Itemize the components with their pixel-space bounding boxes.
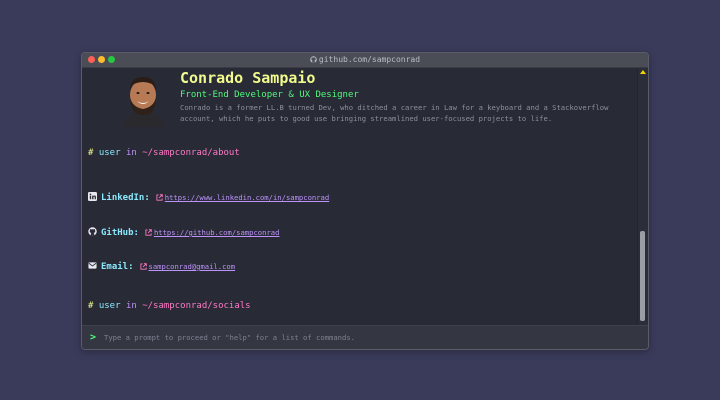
linkedin-icon — [88, 192, 97, 201]
prompt-user: user — [98, 148, 121, 158]
prompt-path: ~/sampconrad/about — [142, 148, 240, 158]
prompt-caret-icon: > — [90, 332, 97, 343]
prompt-in: in — [125, 148, 137, 158]
external-link-icon — [139, 263, 147, 270]
social-github: GitHub: https://github.com/sampconrad — [88, 227, 279, 239]
external-link-icon — [156, 194, 163, 201]
command-input[interactable] — [104, 330, 624, 344]
scroll-up-arrow-icon[interactable] — [640, 70, 646, 74]
profile-name: Conrado Sampaio — [180, 69, 316, 87]
social-email: Email: sampconrad@gmail.com — [88, 261, 235, 273]
social-label: LinkedIn: — [101, 193, 150, 203]
avatar — [124, 77, 164, 127]
title-bar: github.com/sampconrad — [82, 53, 648, 68]
vertical-scrollbar[interactable] — [637, 68, 648, 325]
profile-bio: Conrado is a former LL.B turned Dev, who… — [180, 103, 609, 123]
prompt-in: in — [125, 301, 137, 311]
prompt-user: user — [98, 301, 121, 311]
url-bar: github.com/sampconrad — [82, 54, 648, 66]
github-link[interactable]: https://github.com/sampconrad — [154, 228, 280, 237]
linkedin-link[interactable]: https://www.linkedin.com/in/sampconrad — [165, 193, 329, 202]
url-text: github.com/sampconrad — [318, 55, 421, 64]
scrollbar-thumb[interactable] — [640, 231, 645, 321]
prompt-line-about: # user in ~/sampconrad/about — [88, 148, 240, 158]
github-icon — [310, 56, 317, 63]
social-linkedin: LinkedIn: https://www.linkedin.com/in/sam… — [88, 192, 329, 204]
prompt-path: ~/sampconrad/socials — [142, 301, 251, 311]
profile-role: Front-End Developer & UX Designer — [180, 90, 359, 100]
email-link[interactable]: sampconrad@gmail.com — [149, 262, 236, 271]
prompt-hash: # — [88, 148, 94, 158]
email-icon — [88, 262, 97, 269]
prompt-hash: # — [88, 301, 94, 311]
external-link-icon — [145, 229, 152, 236]
command-input-bar: > — [82, 325, 648, 349]
social-label: GitHub: — [101, 228, 139, 238]
terminal-window: github.com/sampconrad Conrado Sampaio Fr… — [81, 52, 649, 350]
github-icon — [88, 227, 97, 236]
prompt-line-socials: # user in ~/sampconrad/socials — [88, 301, 251, 311]
terminal-output: Conrado Sampaio Front-End Developer & UX… — [82, 68, 638, 325]
social-label: Email: — [101, 262, 134, 272]
